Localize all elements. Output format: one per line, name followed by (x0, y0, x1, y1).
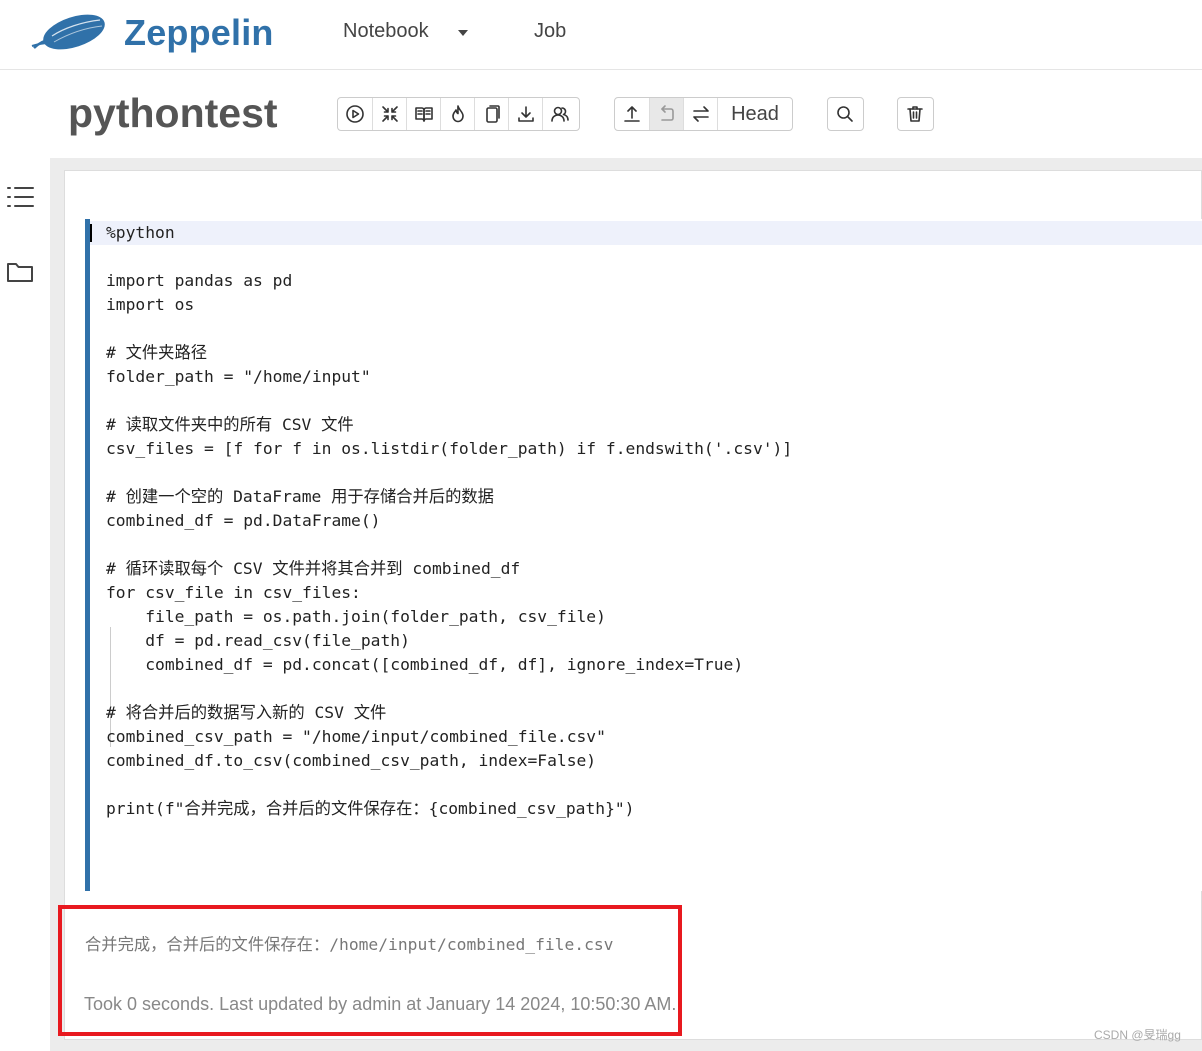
users-icon (550, 106, 569, 122)
top-navbar: Zeppelin Notebook Job (0, 0, 1202, 70)
book-icon (414, 107, 433, 122)
caret-down-icon[interactable] (458, 30, 468, 36)
revert-button[interactable] (649, 98, 683, 130)
copy-icon (485, 105, 500, 123)
hide-code-button[interactable] (372, 98, 406, 130)
delete-group (897, 97, 934, 131)
clear-output-button[interactable] (440, 98, 474, 130)
folder-icon (7, 263, 33, 282)
export-notebook-button[interactable] (508, 98, 542, 130)
search-icon (837, 106, 853, 122)
upload-icon (624, 106, 640, 122)
table-of-contents-button[interactable] (5, 182, 35, 212)
notebook-menu[interactable]: Notebook (343, 20, 429, 43)
code-content[interactable]: %python import pandas as pd import os # … (106, 221, 792, 821)
notebook-actions-group (337, 97, 580, 131)
run-all-button[interactable] (338, 98, 372, 130)
job-link[interactable]: Job (534, 20, 566, 43)
text-cursor (90, 224, 92, 242)
search-button[interactable] (828, 98, 862, 130)
file-tree-button[interactable] (5, 257, 35, 287)
download-icon (517, 106, 534, 122)
brand-name[interactable]: Zeppelin (124, 12, 274, 54)
commit-button[interactable] (615, 98, 649, 130)
permissions-button[interactable] (542, 98, 576, 130)
zeppelin-logo-icon[interactable] (30, 10, 108, 54)
version-control-group: Head (614, 97, 793, 131)
swap-icon (692, 106, 709, 122)
trash-icon (907, 106, 923, 122)
delete-notebook-button[interactable] (898, 98, 932, 130)
undo-icon (660, 105, 674, 121)
left-sidebar (0, 158, 50, 1051)
eraser-icon (451, 105, 464, 123)
play-circle-icon (346, 105, 364, 123)
compare-revisions-button[interactable] (683, 98, 717, 130)
notebook-header: pythontest Head (0, 70, 1202, 158)
search-group (827, 97, 864, 131)
watermark: CSDN @旻瑞gg (1094, 1028, 1181, 1042)
notebook-title[interactable]: pythontest (68, 90, 278, 137)
list-icon (7, 187, 34, 207)
code-editor[interactable]: %python import pandas as pd import os # … (85, 219, 1202, 891)
annotation-highlight-box (58, 905, 682, 1036)
revision-selector[interactable]: Head (717, 98, 792, 130)
clone-notebook-button[interactable] (474, 98, 508, 130)
collapse-arrows-icon (381, 106, 398, 122)
hide-output-button[interactable] (406, 98, 440, 130)
